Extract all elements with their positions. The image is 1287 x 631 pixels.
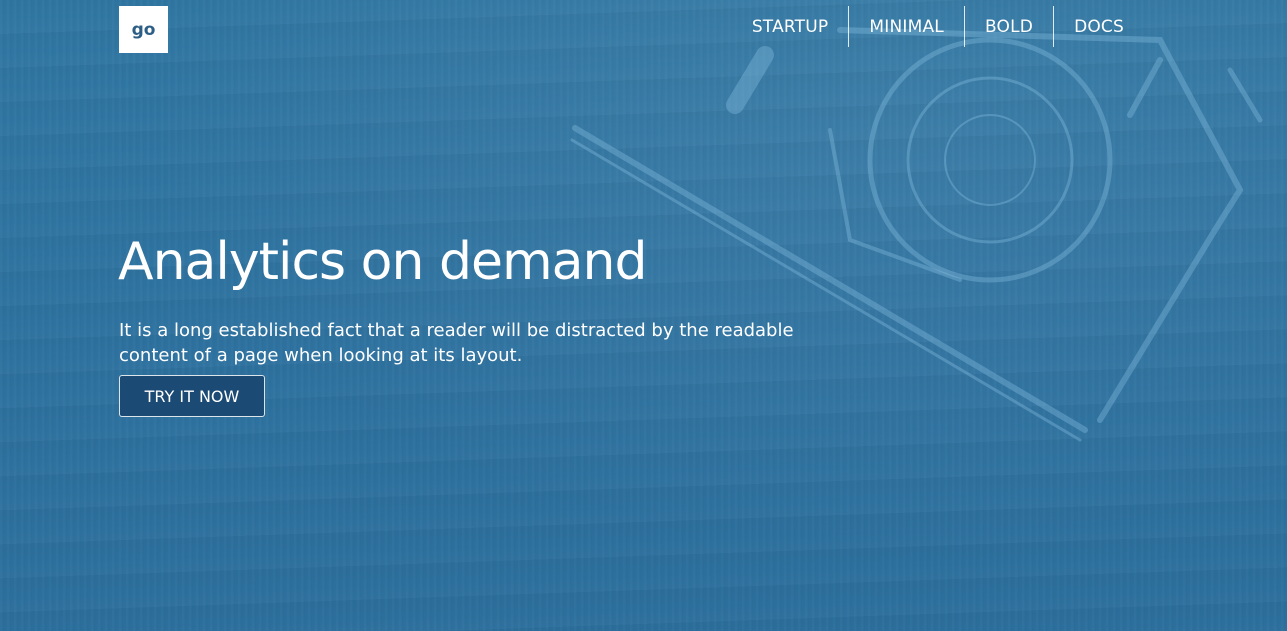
camera-icon [570,27,1263,442]
nav-item-startup[interactable]: STARTUP [732,6,849,47]
nav-item-minimal[interactable]: MINIMAL [848,6,964,47]
hero-section: go STARTUP MINIMAL BOLD DOCS Analytics o… [0,0,1287,631]
nav-item-bold[interactable]: BOLD [963,6,1053,47]
hero-subtext: It is a long established fact that a rea… [119,320,794,366]
try-it-now-button[interactable]: TRY IT NOW [119,375,265,417]
top-nav: STARTUP MINIMAL BOLD DOCS [732,6,1124,47]
logo-text: go [131,19,156,40]
hero-headline: Analytics on demand [118,232,647,292]
logo[interactable]: go [119,6,168,53]
nav-item-docs[interactable]: DOCS [1053,6,1124,47]
